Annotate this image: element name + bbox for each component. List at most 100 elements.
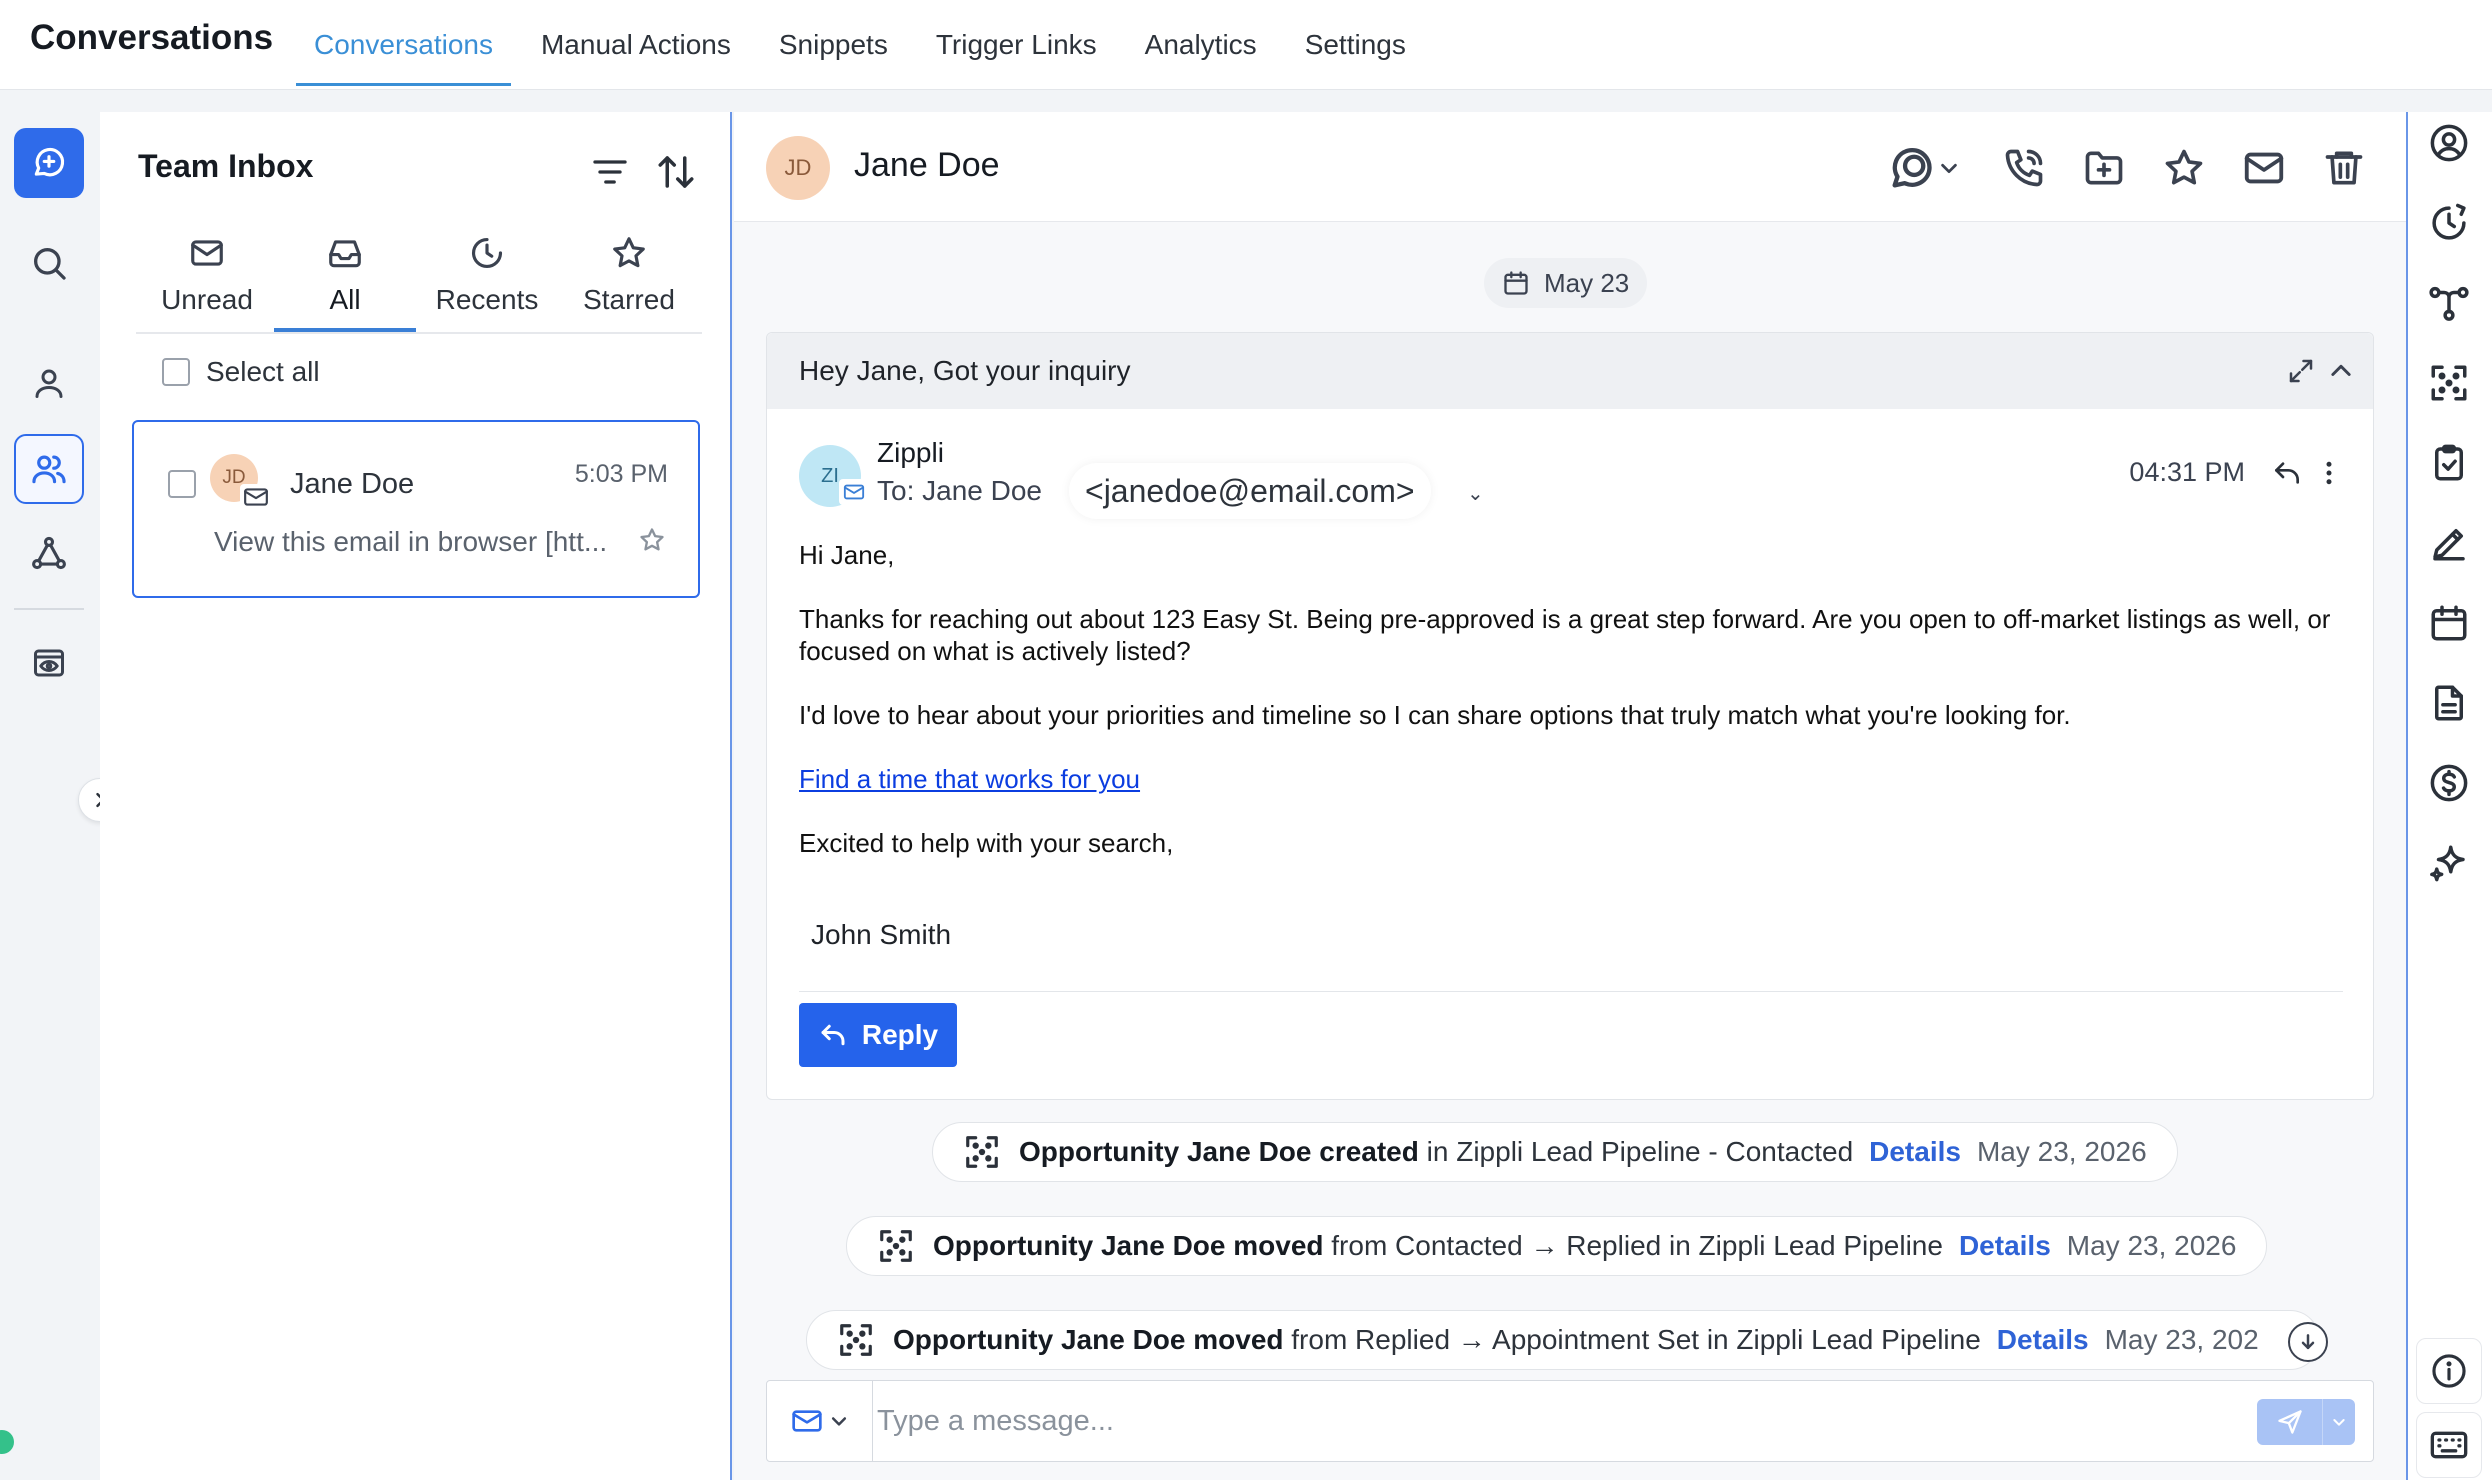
documents-button[interactable]	[2424, 678, 2474, 728]
scroll-to-bottom-button[interactable]	[2288, 1322, 2328, 1362]
calendar-icon	[1504, 271, 1528, 295]
filter-tab-starred[interactable]: Starred	[558, 220, 700, 332]
message-channel-selector[interactable]	[767, 1381, 873, 1461]
collapse-email-button[interactable]	[2323, 353, 2359, 389]
top-nav-bar: Conversations Conversations Manual Actio…	[0, 0, 2492, 90]
mail-icon	[791, 1410, 822, 1432]
tab-manual-actions[interactable]: Manual Actions	[523, 0, 749, 90]
filter-tab-label: All	[329, 284, 361, 315]
chevron-up-icon	[2331, 364, 2351, 376]
history-icon	[2432, 203, 2466, 240]
activity-date: May 23, 202	[2104, 1324, 2259, 1355]
search-button[interactable]	[14, 228, 84, 298]
tab-analytics[interactable]: Analytics	[1127, 0, 1275, 90]
move-to-folder-button[interactable]	[2076, 140, 2132, 196]
expand-email-button[interactable]	[2283, 353, 2319, 389]
details-link[interactable]: Details	[1959, 1230, 2051, 1262]
date-label: May 23	[1544, 267, 1630, 298]
chevron-down-icon	[2333, 1419, 2345, 1426]
email-subject-bar[interactable]: Hey Jane, Got your inquiry	[767, 333, 2373, 409]
tasks-button[interactable]	[2424, 438, 2474, 488]
details-link[interactable]: Details	[1869, 1136, 1961, 1168]
reply-button[interactable]: Reply	[799, 1003, 957, 1067]
pipeline-icon	[840, 1324, 872, 1356]
preview-button[interactable]	[14, 628, 84, 698]
filter-tab-recents[interactable]: Recents	[416, 220, 558, 332]
contacts-button[interactable]	[14, 348, 84, 418]
notes-button[interactable]	[2424, 518, 2474, 568]
clipboard-icon	[2435, 444, 2463, 481]
select-all-label: Select all	[206, 356, 320, 387]
send-button[interactable]	[2257, 1399, 2355, 1445]
filter-tab-all[interactable]: All	[274, 220, 416, 332]
call-button[interactable]	[1996, 140, 2052, 196]
sort-button[interactable]	[652, 148, 700, 196]
select-all-checkbox[interactable]	[162, 358, 190, 386]
chat-icon	[1892, 147, 1932, 188]
sort-icon	[658, 156, 694, 188]
star-icon	[2165, 149, 2203, 185]
filter-button[interactable]	[586, 148, 634, 196]
email-channel-badge	[240, 484, 272, 510]
send-options-button[interactable]	[2323, 1399, 2355, 1445]
recipient-caret-icon[interactable]: ⌄	[1467, 481, 1484, 506]
activity-title: Opportunity Jane Doe created	[1019, 1136, 1419, 1167]
ai-assistant-button[interactable]	[2424, 838, 2474, 888]
keyboard-shortcuts-button[interactable]	[2416, 1412, 2482, 1478]
star-button[interactable]	[2156, 140, 2212, 196]
message-input[interactable]	[877, 1395, 2257, 1447]
person-icon	[35, 369, 63, 398]
activity-history-button[interactable]	[2424, 198, 2474, 248]
filter-tab-label: Starred	[583, 284, 675, 315]
filter-tab-unread[interactable]: Unread	[136, 220, 278, 332]
activity-title: Opportunity Jane Doe moved	[933, 1230, 1324, 1261]
mail-icon	[244, 488, 268, 506]
details-link[interactable]: Details	[1997, 1324, 2089, 1356]
tab-trigger-links[interactable]: Trigger Links	[918, 0, 1115, 90]
inbox-icon	[329, 240, 361, 268]
star-conversation-button[interactable]	[638, 526, 666, 554]
tab-conversations[interactable]: Conversations	[296, 0, 511, 90]
star-icon	[640, 528, 664, 551]
email-greeting: Hi Jane,	[799, 540, 895, 570]
mark-unread-button[interactable]	[2236, 140, 2292, 196]
activity-event: Opportunity Jane Doe created in Zippli L…	[932, 1122, 2178, 1182]
info-button[interactable]	[2416, 1338, 2482, 1404]
activity-text: from Replied → Appointment Set in Zippli…	[1283, 1324, 1981, 1355]
inbox-filter-tabs: Unread All Recents Starred	[136, 220, 702, 334]
top-nav-tabs: Conversations Manual Actions Snippets Tr…	[296, 0, 1436, 90]
contact-details-button[interactable]	[2424, 118, 2474, 168]
date-separator: May 23	[1484, 258, 1648, 308]
tab-snippets[interactable]: Snippets	[761, 0, 906, 90]
appointments-button[interactable]	[2424, 598, 2474, 648]
reply-icon-button[interactable]	[2269, 455, 2305, 491]
conversation-checkbox[interactable]	[168, 470, 196, 498]
filter-tab-label: Recents	[435, 284, 539, 315]
more-vertical-icon	[2326, 461, 2332, 485]
app-title: Conversations	[30, 18, 274, 57]
contact-name: Jane Doe	[854, 146, 1000, 184]
email-paragraph: I'd love to hear about your priorities a…	[799, 700, 2071, 730]
more-options-button[interactable]	[2311, 455, 2347, 491]
workflows-button[interactable]	[2424, 278, 2474, 328]
channel-selector-button[interactable]	[1878, 140, 1968, 196]
payments-button[interactable]	[2424, 758, 2474, 808]
scheduling-link[interactable]: Find a time that works for you	[799, 764, 1140, 794]
network-button[interactable]	[14, 518, 84, 588]
sparkle-icon	[2430, 845, 2465, 882]
delete-button[interactable]	[2316, 140, 2372, 196]
select-all[interactable]: Select all	[162, 356, 320, 388]
conversation-list-item[interactable]: JD Jane Doe 5:03 PM View this email in b…	[132, 420, 700, 598]
tab-settings[interactable]: Settings	[1287, 0, 1424, 90]
mail-icon	[843, 484, 865, 500]
chevron-down-icon	[1941, 163, 1957, 174]
team-inbox-button[interactable]	[14, 434, 84, 504]
new-chat-button[interactable]	[14, 128, 84, 198]
expand-icon	[2289, 359, 2313, 383]
user-circle-icon	[2430, 124, 2468, 162]
email-channel-badge	[839, 479, 869, 505]
pipeline-icon	[966, 1136, 998, 1168]
opportunities-button[interactable]	[2424, 358, 2474, 408]
conversation-name: Jane Doe	[290, 468, 415, 500]
sender-name: Zippli	[877, 437, 944, 468]
